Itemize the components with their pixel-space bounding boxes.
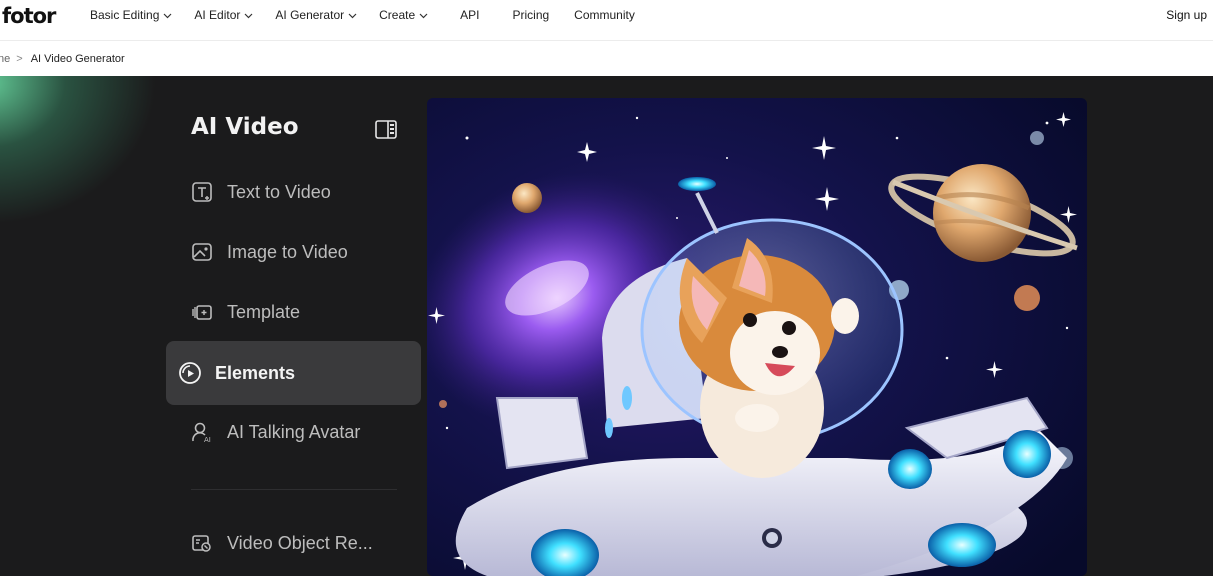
main-nav: Basic Editing AI Editor AI Generator Cre… — [90, 0, 657, 30]
breadcrumb-bar: ne > AI Video Generator — [0, 41, 1213, 76]
chevron-down-icon — [419, 11, 428, 20]
fotor-logo[interactable]: fotor — [2, 4, 56, 28]
talking-avatar-icon: AI — [190, 420, 214, 444]
collapse-panel-icon[interactable] — [375, 120, 397, 139]
chevron-down-icon — [348, 11, 357, 20]
signup-link[interactable]: Sign up — [1166, 8, 1207, 22]
sidebar-divider — [191, 489, 397, 490]
sidebar-item-elements[interactable]: Elements — [166, 341, 421, 405]
sidebar-item-template[interactable]: Template — [166, 287, 421, 337]
breadcrumb-current: AI Video Generator — [30, 53, 125, 65]
nav-pricing[interactable]: Pricing — [512, 8, 549, 22]
nav-ai-generator-label: AI Generator — [275, 8, 345, 22]
video-object-remover-icon — [190, 531, 214, 555]
svg-text:AI: AI — [204, 436, 211, 443]
nav-ai-editor-label: AI Editor — [194, 8, 241, 22]
nav-api-label: API — [460, 8, 480, 22]
nav-create[interactable]: Create — [379, 8, 428, 22]
chevron-down-icon — [163, 11, 172, 20]
sidebar-item-label: Image to Video — [227, 241, 348, 262]
sidebar-item-label: Text to Video — [227, 181, 331, 202]
top-navigation: fotor Basic Editing AI Editor AI Generat… — [0, 0, 1213, 41]
text-to-video-icon — [190, 180, 214, 204]
elements-icon — [178, 361, 202, 385]
sidebar-item-text-to-video[interactable]: Text to Video — [166, 167, 421, 217]
nav-basic-editing[interactable]: Basic Editing — [90, 8, 172, 22]
nav-api[interactable]: API — [460, 8, 479, 22]
nav-basic-editing-label: Basic Editing — [90, 8, 160, 22]
nav-create-label: Create — [379, 8, 416, 22]
breadcrumb-separator: > — [16, 53, 23, 65]
sidebar-item-label: Elements — [215, 362, 296, 383]
template-icon — [190, 300, 214, 324]
chevron-down-icon — [244, 11, 253, 20]
nav-pricing-label: Pricing — [512, 8, 550, 22]
nav-community[interactable]: Community — [574, 8, 635, 22]
sidebar-item-label: Video Object Re... — [227, 532, 373, 553]
background-glow — [0, 76, 170, 236]
nav-community-label: Community — [574, 8, 635, 22]
sidebar-item-image-to-video[interactable]: Image to Video — [166, 227, 421, 277]
sidebar-item-video-object-remover[interactable]: Video Object Re... — [166, 518, 421, 568]
breadcrumb-home[interactable]: ne — [0, 53, 10, 65]
nav-ai-editor[interactable]: AI Editor — [194, 8, 253, 22]
image-to-video-icon — [190, 240, 214, 264]
sidebar-item-ai-talking-avatar[interactable]: AI AI Talking Avatar — [166, 407, 421, 457]
main-area: AI Video Text to Video Image to Video Te… — [0, 76, 1213, 576]
nav-ai-generator[interactable]: AI Generator — [275, 8, 357, 22]
sidebar-item-label: Template — [227, 301, 301, 322]
corgi-spaceship-illustration — [427, 98, 1087, 576]
sidebar-item-label: AI Talking Avatar — [227, 421, 361, 442]
hero-image — [427, 98, 1087, 576]
breadcrumb: ne > AI Video Generator — [0, 53, 125, 65]
sidebar-title: AI Video — [191, 114, 299, 140]
